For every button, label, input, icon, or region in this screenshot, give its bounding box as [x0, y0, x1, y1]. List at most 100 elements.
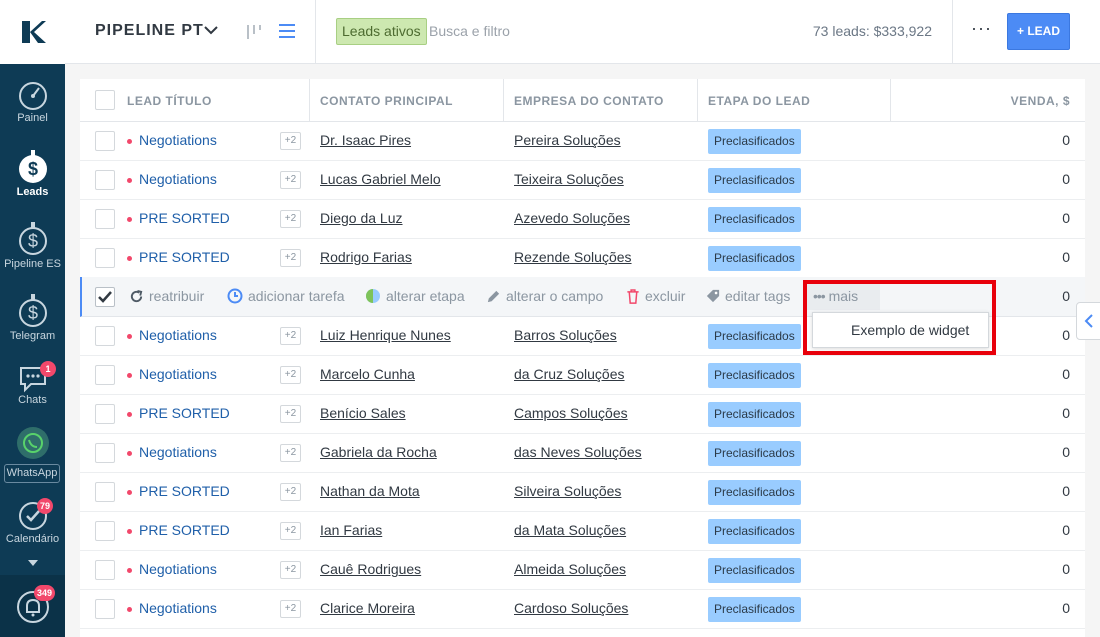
contact-link[interactable]: Marcelo Cunha	[320, 366, 415, 382]
more-menu-button[interactable]: ···	[971, 18, 992, 39]
company-link[interactable]: Cardoso Soluções	[514, 600, 628, 616]
select-all-checkbox[interactable]	[95, 90, 115, 110]
row-checkbox[interactable]	[95, 326, 115, 346]
pipeline-title[interactable]: PIPELINE PT	[95, 22, 204, 40]
table-row[interactable]: Negotiations +2 Lucas Gabriel Melo Teixeira…	[80, 161, 1085, 200]
side-panel-toggle[interactable]	[1076, 302, 1100, 340]
sidebar-item-painel[interactable]: Painel	[0, 80, 65, 124]
lead-title-link[interactable]: Negotiations	[139, 366, 217, 382]
sidebar-item-chats[interactable]: Chats 1	[0, 361, 65, 406]
row-checkbox-checked[interactable]	[95, 287, 115, 307]
col-company[interactable]: EMPRESA DO CONTATO	[514, 94, 664, 108]
company-link[interactable]: Pereira Soluções	[514, 132, 621, 148]
chevron-down-icon[interactable]	[204, 23, 218, 37]
table-row[interactable]: Negotiations +2 Dr. Isaac Pires Pereira Sol…	[80, 122, 1085, 161]
lead-title-link[interactable]: PRE SORTED	[139, 522, 230, 538]
col-lead-title[interactable]: LEAD TÍTULO	[127, 94, 212, 108]
company-link[interactable]: Silveira Soluções	[514, 483, 621, 499]
lead-title-link[interactable]: PRE SORTED	[139, 405, 230, 421]
change-field-action[interactable]: alterar o campo	[486, 288, 603, 304]
sidebar-item-calendario[interactable]: Calendário 79	[0, 498, 65, 545]
tags-count[interactable]: +2	[280, 210, 301, 228]
table-row[interactable]: PRE SORTED +2 Diego da Luz Azevedo Soluções…	[80, 200, 1085, 239]
table-row[interactable]: Negotiations +2 Marcelo Cunha da Cruz Soluç…	[80, 356, 1085, 395]
tags-count[interactable]: +2	[280, 249, 301, 267]
company-link[interactable]: Almeida Soluções	[514, 561, 626, 577]
company-link[interactable]: Azevedo Soluções	[514, 210, 630, 226]
reassign-action[interactable]: reatribuir	[129, 288, 204, 304]
tags-count[interactable]: +2	[280, 444, 301, 462]
row-checkbox[interactable]	[95, 365, 115, 385]
sidebar-item-whatsapp[interactable]: WhatsApp	[4, 464, 60, 483]
kanban-view-icon[interactable]	[245, 23, 263, 41]
sidebar-item-leads[interactable]: $ Leads	[0, 148, 65, 198]
tags-count[interactable]: +2	[280, 327, 301, 345]
row-checkbox[interactable]	[95, 482, 115, 502]
lead-title-link[interactable]: PRE SORTED	[139, 210, 230, 226]
delete-action[interactable]: excluir	[626, 288, 685, 304]
lead-title-link[interactable]: Negotiations	[139, 561, 217, 577]
company-link[interactable]: da Cruz Soluções	[514, 366, 625, 382]
contact-link[interactable]: Lucas Gabriel Melo	[320, 171, 441, 187]
lead-title-link[interactable]: Negotiations	[139, 171, 217, 187]
row-checkbox[interactable]	[95, 170, 115, 190]
add-task-action[interactable]: adicionar tarefa	[227, 288, 345, 304]
company-link[interactable]: Rezende Soluções	[514, 249, 632, 265]
contact-link[interactable]: Rodrigo Farias	[320, 249, 412, 265]
contact-link[interactable]: Benício Sales	[320, 405, 406, 421]
company-link[interactable]: da Mata Soluções	[514, 522, 626, 538]
col-stage[interactable]: ETAPA DO LEAD	[708, 94, 810, 108]
tags-count[interactable]: +2	[280, 600, 301, 618]
notifications[interactable]: 349	[0, 575, 65, 637]
edit-tags-action[interactable]: editar tags	[706, 288, 790, 304]
row-checkbox[interactable]	[95, 521, 115, 541]
add-lead-button[interactable]: + LEAD	[1007, 13, 1070, 50]
row-checkbox[interactable]	[95, 599, 115, 619]
tags-count[interactable]: +2	[280, 366, 301, 384]
company-link[interactable]: Teixeira Soluções	[514, 171, 624, 187]
list-view-icon[interactable]	[279, 24, 295, 38]
company-link[interactable]: Barros Soluções	[514, 327, 617, 343]
table-row[interactable]: PRE SORTED +2 Ian Farias da Mata Soluções Pr…	[80, 512, 1085, 551]
sidebar-item-pipeline-es[interactable]: $ Pipeline ES	[0, 220, 65, 270]
tags-count[interactable]: +2	[280, 561, 301, 579]
lead-title-link[interactable]: PRE SORTED	[139, 249, 230, 265]
tags-count[interactable]: +2	[280, 483, 301, 501]
contact-link[interactable]: Clarice Moreira	[320, 600, 415, 616]
row-checkbox[interactable]	[95, 443, 115, 463]
lead-title-link[interactable]: Negotiations	[139, 327, 217, 343]
row-checkbox[interactable]	[95, 560, 115, 580]
row-checkbox[interactable]	[95, 248, 115, 268]
lead-title-link[interactable]: PRE SORTED	[139, 483, 230, 499]
search-input[interactable]: Busca e filtro	[429, 23, 510, 39]
row-checkbox[interactable]	[95, 209, 115, 229]
table-row[interactable]: Negotiations +2 Clarice Moreira Cardoso Sol…	[80, 590, 1085, 629]
row-checkbox[interactable]	[95, 404, 115, 424]
table-row[interactable]: PRE SORTED +2 Rodrigo Farias Rezende Soluçõ…	[80, 239, 1085, 278]
tags-count[interactable]: +2	[280, 171, 301, 189]
contact-link[interactable]: Dr. Isaac Pires	[320, 132, 411, 148]
tags-count[interactable]: +2	[280, 132, 301, 150]
expand-down-icon[interactable]	[28, 560, 38, 566]
table-row[interactable]: Negotiations +2 Cauê Rodrigues Almeida Solu…	[80, 551, 1085, 590]
contact-link[interactable]: Luiz Henrique Nunes	[320, 327, 451, 343]
company-link[interactable]: Campos Soluções	[514, 405, 628, 421]
contact-link[interactable]: Nathan da Mota	[320, 483, 420, 499]
sidebar-item-telegram[interactable]: $ Telegram	[0, 292, 65, 342]
lead-title-link[interactable]: Negotiations	[139, 444, 217, 460]
contact-link[interactable]: Diego da Luz	[320, 210, 403, 226]
table-row[interactable]: PRE SORTED +2 Benício Sales Campos Soluções…	[80, 395, 1085, 434]
sidebar-item-whatsapp-icon-wrap[interactable]	[0, 426, 65, 460]
tags-count[interactable]: +2	[280, 405, 301, 423]
contact-link[interactable]: Gabriela da Rocha	[320, 444, 437, 460]
logo[interactable]	[0, 0, 65, 64]
filter-chip[interactable]: Leads ativos	[336, 18, 427, 45]
tags-count[interactable]: +2	[280, 522, 301, 540]
company-link[interactable]: das Neves Soluções	[514, 444, 642, 460]
change-stage-action[interactable]: alterar etapa	[365, 288, 465, 304]
col-contact[interactable]: CONTATO PRINCIPAL	[320, 94, 453, 108]
lead-title-link[interactable]: Negotiations	[139, 600, 217, 616]
col-sale[interactable]: VENDA, $	[1011, 94, 1070, 108]
table-row[interactable]: Negotiations +2 Gabriela da Rocha das Neves…	[80, 434, 1085, 473]
row-checkbox[interactable]	[95, 131, 115, 151]
